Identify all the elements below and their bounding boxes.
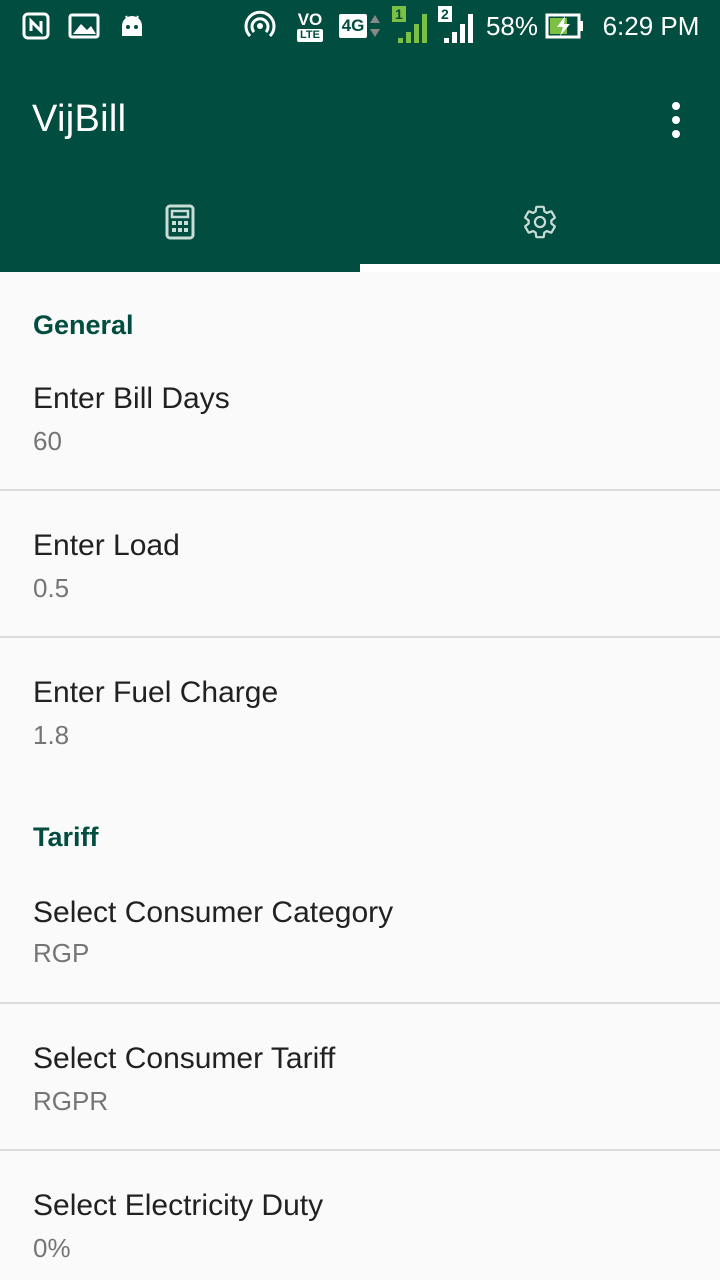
section-header-tariff: Tariff (33, 822, 99, 852)
pref-consumer-tariff[interactable]: Select Consumer Tariff RGPR (0, 1004, 720, 1149)
calculator-icon (165, 204, 195, 240)
pref-title: Select Consumer Tariff (33, 1042, 336, 1075)
battery-percent-text: 58% (485, 10, 539, 41)
pref-summary: 0% (33, 1233, 71, 1263)
tab-indicator (360, 264, 720, 272)
pref-consumer-category[interactable]: Select Consumer Category RGP (0, 860, 720, 1002)
volte-icon: VO LTE (290, 0, 330, 52)
pref-electricity-duty[interactable]: Select Electricity Duty 0% (0, 1151, 720, 1280)
pref-title: Enter Fuel Charge (33, 676, 279, 709)
pref-summary: RGP (33, 938, 90, 968)
status-bar: VO LTE 4G 1 2 58% 6:29 PM (0, 0, 720, 52)
pref-title: Enter Load (33, 529, 180, 562)
hotspot-icon (242, 0, 278, 52)
pref-summary: 0.5 (33, 573, 70, 603)
pref-summary: 1.8 (33, 720, 70, 750)
settings-icon (524, 205, 556, 239)
clock: 6:29 PM (596, 0, 706, 52)
pref-summary: RGPR (33, 1086, 109, 1116)
sim2-label: 2 (438, 6, 452, 22)
signal-sim1-icon: 1 (390, 0, 430, 52)
tab-calculator[interactable] (0, 172, 360, 272)
more-vert-icon (672, 102, 680, 110)
gallery-icon (66, 0, 102, 52)
pref-summary: 60 (33, 426, 62, 456)
app-bar: VijBill (0, 52, 720, 272)
tab-settings[interactable] (360, 172, 720, 272)
signal-sim2-icon: 2 (436, 0, 476, 52)
pref-fuel-charge[interactable]: Enter Fuel Charge 1.8 (0, 638, 720, 788)
android-icon (116, 0, 148, 52)
battery-percent: 58% (482, 0, 542, 52)
more-options-button[interactable] (656, 92, 696, 148)
pref-title: Select Consumer Category (33, 896, 394, 929)
lte-label: LTE (297, 28, 323, 42)
pref-bill-days[interactable]: Enter Bill Days 60 (0, 348, 720, 490)
pref-title: Select Electricity Duty (33, 1189, 324, 1222)
battery-charging-icon (544, 0, 586, 52)
pref-load[interactable]: Enter Load 0.5 (0, 491, 720, 636)
app-title: VijBill (32, 98, 127, 140)
clock-text: 6:29 PM (602, 10, 700, 41)
pref-title: Enter Bill Days (33, 382, 230, 415)
nfc-icon (20, 0, 52, 52)
network-type-label: 4G (338, 14, 368, 38)
volte-label: VO (297, 9, 323, 29)
section-header-general: General (33, 310, 134, 340)
settings-list: General Enter Bill Days 60 Enter Load 0.… (0, 272, 720, 1280)
sim1-label: 1 (392, 6, 406, 22)
network-4g-icon: 4G (336, 0, 384, 52)
